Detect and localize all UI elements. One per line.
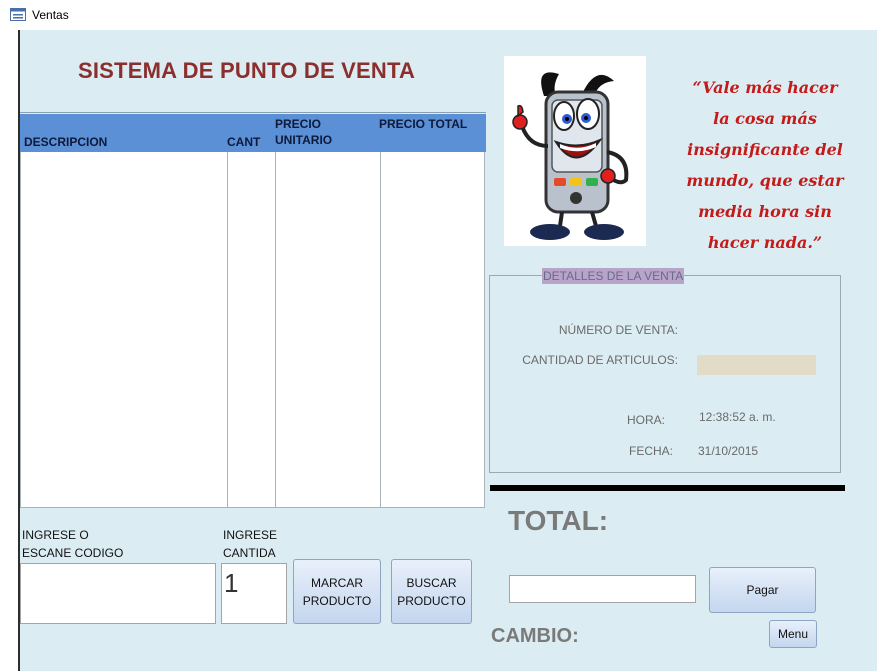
search-product-button[interactable]: BUSCAR PRODUCTO (391, 559, 472, 624)
sale-details-legend: DETALLES DE LA VENTA (542, 268, 685, 284)
column-divider (227, 152, 228, 507)
pay-button[interactable]: Pagar (709, 567, 816, 613)
item-count-value (697, 355, 816, 375)
grid-header: DESCRIPCION CANT PRECIO UNITARIO PRECIO … (20, 114, 486, 152)
divider (490, 485, 845, 491)
quantity-input[interactable]: 1 (221, 563, 287, 624)
sales-form: SISTEMA DE PUNTO DE VENTA DESCRIPCION CA… (18, 30, 877, 671)
column-header-description[interactable]: DESCRIPCION (24, 134, 107, 150)
divider (20, 112, 486, 113)
time-value: 12:38:52 a. m. (699, 410, 776, 424)
code-label: INGRESE O ESCANE CODIGO (22, 528, 124, 560)
sale-number-label: NÚMERO DE VENTA: (558, 323, 678, 337)
payment-input[interactable] (509, 575, 696, 603)
column-header-unit-price[interactable]: PRECIO UNITARIO (275, 116, 332, 148)
quantity-label: INGRESE CANTIDA (223, 528, 278, 560)
smartphone-mascot-icon (512, 72, 629, 240)
change-label: CAMBIO: (491, 625, 579, 647)
date-label: FECHA: (628, 444, 673, 458)
column-header-total-price[interactable]: PRECIO TOTAL (379, 116, 467, 132)
column-divider (275, 152, 276, 507)
form-icon (10, 8, 26, 21)
window-title: Ventas (32, 8, 69, 22)
menu-button[interactable]: Menu (769, 620, 817, 648)
product-code-input[interactable] (20, 563, 216, 624)
column-divider (380, 152, 381, 507)
mascot-image (504, 56, 646, 246)
motivational-quote: “Vale más hacer la cosa más insignifican… (686, 78, 844, 252)
mark-product-button[interactable]: MARCAR PRODUCTO (293, 559, 381, 624)
column-header-quantity[interactable]: CANT (227, 134, 260, 150)
page-title: SISTEMA DE PUNTO DE VENTA (78, 58, 416, 83)
sale-items-grid[interactable] (20, 152, 485, 508)
item-count-label: CANTIDAD DE ARTICULOS: (522, 353, 678, 367)
date-value: 31/10/2015 (698, 444, 759, 458)
time-label: HORA: (626, 413, 665, 427)
total-label: TOTAL: (508, 505, 609, 536)
title-bar: Ventas (0, 0, 877, 30)
